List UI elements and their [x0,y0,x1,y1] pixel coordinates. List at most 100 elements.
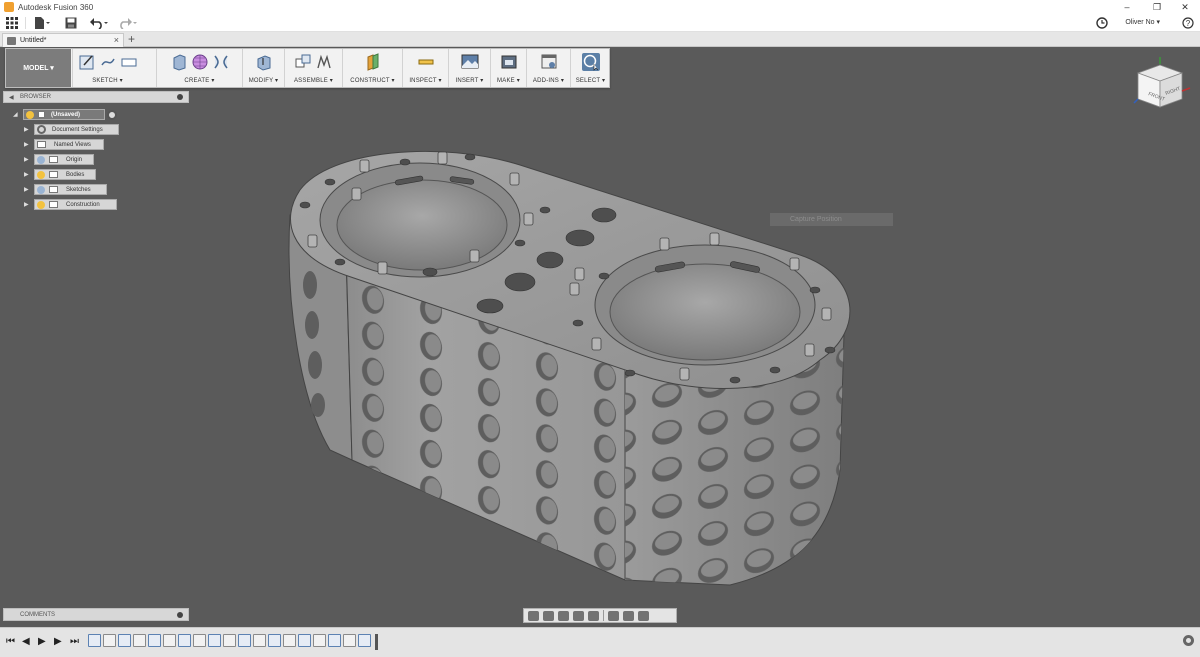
timeline-feature[interactable] [253,634,266,647]
look-at-icon[interactable] [543,610,554,621]
close-tab-icon[interactable]: × [114,35,119,45]
timeline-feature[interactable] [238,634,251,647]
expand-arrow-icon[interactable]: ▶ [24,171,34,178]
joint-icon[interactable] [315,53,333,71]
activate-radio-icon[interactable] [107,109,117,120]
visibility-bulb-icon[interactable] [37,170,45,179]
file-icon[interactable] [34,16,50,30]
form-icon[interactable] [191,53,209,71]
browser-item-document-settings[interactable]: ▶ Document Settings [24,124,119,135]
minimize-button[interactable]: – [1112,0,1142,14]
step-back-button[interactable]: ◀ [22,636,30,647]
pan-hand-icon[interactable] [558,610,569,621]
timeline-feature[interactable] [223,634,236,647]
save-icon[interactable] [65,16,77,30]
go-to-end-button[interactable]: ⏭ [70,636,79,647]
timeline-feature[interactable] [193,634,206,647]
workspace-switcher[interactable]: MODEL ▾ [6,49,71,87]
timeline-feature[interactable] [103,634,116,647]
offset-plane-icon[interactable] [364,53,382,71]
press-pull-icon[interactable] [255,53,273,71]
browser-item-bodies[interactable]: ▶ Bodies [24,169,96,180]
clock-icon[interactable] [1096,16,1108,30]
create-sketch-icon[interactable] [78,53,96,71]
timeline-feature[interactable] [283,634,296,647]
restore-button[interactable]: ❐ [1142,0,1172,14]
measure-icon[interactable] [417,53,435,71]
step-forward-button[interactable]: ▶ [54,636,62,647]
grid-icon[interactable] [6,16,18,30]
insert-group[interactable]: INSERT ▾ [448,49,490,87]
browser-item-construction[interactable]: ▶ Construction [24,199,117,210]
timeline-feature[interactable] [358,634,371,647]
zoom-window-icon[interactable] [588,610,599,621]
create-group[interactable]: CREATE ▾ [156,49,242,87]
make-group[interactable]: MAKE ▾ [490,49,526,87]
user-menu[interactable]: Oliver No ▾ [1125,16,1160,30]
new-tab-button[interactable]: + [128,32,135,46]
expand-arrow-icon[interactable]: ▶ [24,201,34,208]
patch-icon[interactable] [212,53,230,71]
viewport-canvas[interactable]: Capture Position [0,47,1200,627]
rectangle-icon[interactable] [120,53,138,71]
timeline-feature[interactable] [163,634,176,647]
browser-item-origin[interactable]: ▶ Origin [24,154,94,165]
orbit-icon[interactable] [528,610,539,621]
visibility-bulb-icon[interactable] [26,110,34,119]
add-comment-icon[interactable] [177,612,183,618]
grid-settings-icon[interactable] [623,610,634,621]
timeline-marker[interactable] [375,634,378,650]
redo-icon[interactable] [118,16,138,30]
expand-arrow-icon[interactable]: ▶ [24,141,34,148]
timeline-feature[interactable] [268,634,281,647]
close-window-button[interactable]: ✕ [1170,0,1200,14]
expand-arrow-icon[interactable]: ▶ [24,126,34,133]
sketch-group[interactable]: SKETCH ▾ [72,49,142,87]
timeline-feature[interactable] [133,634,146,647]
timeline-feature[interactable] [313,634,326,647]
browser-root-node[interactable]: ◢ (Unsaved) [13,109,117,120]
browser-item-named-views[interactable]: ▶ Named Views [24,139,104,150]
timeline-settings-gear-icon[interactable] [1183,635,1194,646]
extrude-icon[interactable] [170,53,188,71]
timeline-feature[interactable] [148,634,161,647]
browser-item-sketches[interactable]: ▶ Sketches [24,184,107,195]
comments-panel-header[interactable]: COMMENTS [3,608,189,621]
go-to-start-button[interactable]: ⏮ [6,636,15,647]
visibility-bulb-icon[interactable] [37,155,45,164]
3d-print-icon[interactable] [500,53,518,71]
assemble-group[interactable]: ASSEMBLE ▾ [284,49,342,87]
viewcube[interactable]: FRONT RIGHT [1130,55,1192,117]
timeline-feature[interactable] [298,634,311,647]
document-tab[interactable]: Untitled* × [2,33,124,47]
capture-position-tooltip[interactable]: Capture Position [770,213,893,226]
undo-icon[interactable] [90,16,110,30]
display-settings-icon[interactable] [608,610,619,621]
timeline-feature[interactable] [208,634,221,647]
visibility-bulb-icon[interactable] [37,200,45,209]
viewports-icon[interactable] [638,610,649,621]
select-group[interactable]: SELECT ▾ [570,49,610,87]
timeline-feature[interactable] [343,634,356,647]
inspect-group[interactable]: INSPECT ▾ [402,49,448,87]
timeline-feature[interactable] [178,634,191,647]
pin-icon[interactable] [177,94,183,100]
expand-arrow-icon[interactable]: ▶ [24,186,34,193]
timeline-features[interactable] [88,634,378,650]
browser-panel-header[interactable]: ◀ BROWSER [3,91,189,103]
visibility-bulb-icon[interactable] [37,185,45,194]
expand-arrow-icon[interactable]: ▶ [24,156,34,163]
select-icon[interactable] [581,53,600,71]
timeline-feature[interactable] [118,634,131,647]
add-ins-group[interactable]: ADD-INS ▾ [526,49,570,87]
construct-group[interactable]: CONSTRUCT ▾ [342,49,402,87]
new-component-icon[interactable] [294,53,312,71]
insert-image-icon[interactable] [461,53,479,71]
timeline-feature[interactable] [88,634,101,647]
play-button[interactable]: ▶ [38,636,46,647]
expand-arrow-icon[interactable]: ◢ [13,111,23,118]
timeline-feature[interactable] [328,634,341,647]
line-icon[interactable] [99,53,117,71]
help-icon[interactable]: ? [1182,16,1194,30]
modify-group[interactable]: MODIFY ▾ [242,49,284,87]
